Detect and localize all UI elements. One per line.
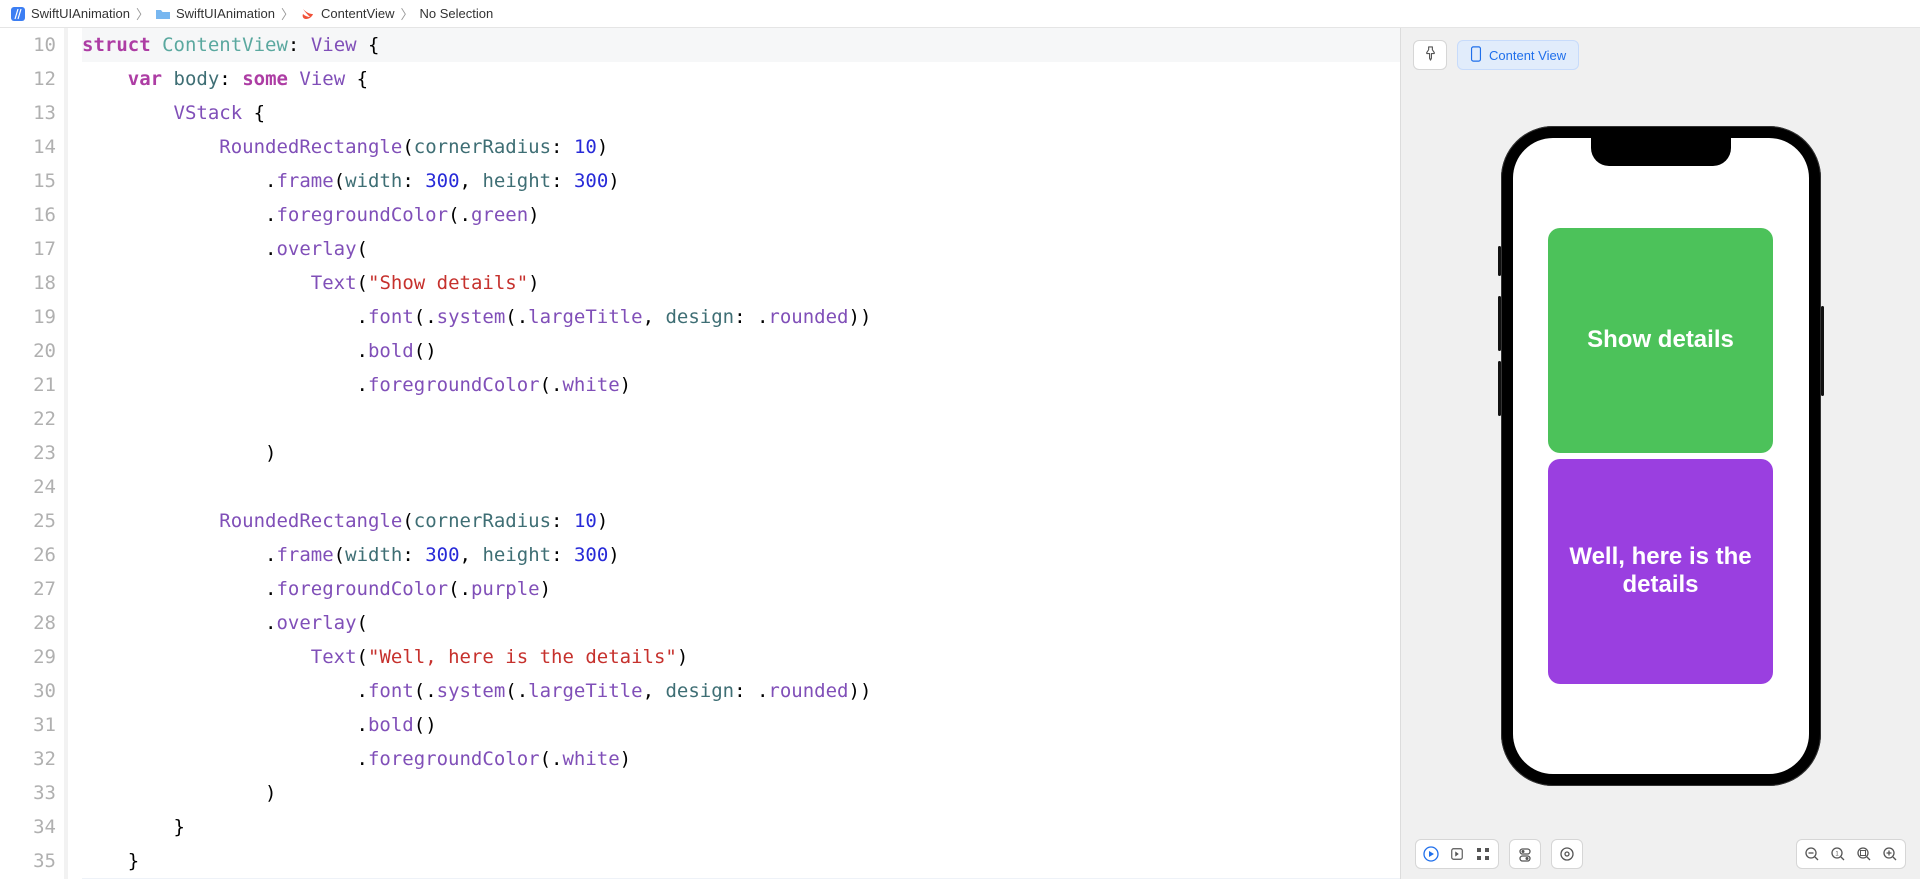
line-number: 20 (0, 334, 56, 368)
breadcrumb-selection[interactable]: No Selection (420, 6, 494, 21)
device-icon (1470, 46, 1482, 65)
line-number: 25 (0, 504, 56, 538)
line-number: 21 (0, 368, 56, 402)
pin-icon (1423, 46, 1438, 64)
line-number: 16 (0, 198, 56, 232)
code-line[interactable]: ) (82, 436, 1400, 470)
card-green-text: Show details (1587, 326, 1734, 354)
code-editor[interactable]: 1012131415161718192021222324252627282930… (0, 28, 1400, 879)
line-number: 12 (0, 62, 56, 96)
zoom-out-icon[interactable] (1803, 845, 1821, 863)
line-number: 24 (0, 470, 56, 504)
line-number: 35 (0, 844, 56, 878)
line-number: 10 (0, 28, 56, 62)
card-green: Show details (1548, 228, 1773, 453)
preview-selector[interactable]: Content View (1457, 40, 1579, 70)
code-line[interactable] (82, 402, 1400, 436)
swift-icon (300, 6, 316, 22)
code-line[interactable]: .overlay( (82, 232, 1400, 266)
line-number: 14 (0, 130, 56, 164)
code-line[interactable]: .foregroundColor(.green) (82, 198, 1400, 232)
zoom-in-icon[interactable] (1881, 845, 1899, 863)
device-settings-icon[interactable] (1516, 845, 1534, 863)
chevron-right-icon: 〉 (281, 4, 294, 23)
canvas-settings-group (1551, 839, 1583, 869)
line-number: 27 (0, 572, 56, 606)
line-number: 29 (0, 640, 56, 674)
line-number: 28 (0, 606, 56, 640)
code-line[interactable]: .frame(width: 300, height: 300) (82, 164, 1400, 198)
code-line[interactable]: .foregroundColor(.white) (82, 742, 1400, 776)
zoom-actual-icon[interactable]: 1 (1829, 845, 1847, 863)
play-icon[interactable] (1422, 845, 1440, 863)
line-number: 15 (0, 164, 56, 198)
line-number: 33 (0, 776, 56, 810)
code-line[interactable]: Text("Show details") (82, 266, 1400, 300)
line-number: 13 (0, 96, 56, 130)
device-settings-group (1509, 839, 1541, 869)
line-number: 19 (0, 300, 56, 334)
code-line[interactable]: Text("Well, here is the details") (82, 640, 1400, 674)
line-number: 32 (0, 742, 56, 776)
line-number: 31 (0, 708, 56, 742)
svg-text:1: 1 (1835, 852, 1839, 858)
card-purple-text: Well, here is the details (1568, 543, 1753, 599)
app-icon (10, 6, 26, 22)
preview-label: Content View (1489, 48, 1566, 63)
breadcrumb: SwiftUIAnimation 〉 SwiftUIAnimation 〉 Co… (0, 0, 1920, 28)
breadcrumb-folder-label: SwiftUIAnimation (176, 6, 275, 21)
breadcrumb-file[interactable]: ContentView (300, 6, 394, 22)
line-number: 18 (0, 266, 56, 300)
line-number: 17 (0, 232, 56, 266)
code-line[interactable]: .bold() (82, 708, 1400, 742)
phone-screen: Show details Well, here is the details (1513, 138, 1809, 774)
code-line[interactable]: ) (82, 776, 1400, 810)
canvas-settings-icon[interactable] (1558, 845, 1576, 863)
breadcrumb-project[interactable]: SwiftUIAnimation (10, 6, 130, 22)
code-line[interactable]: .font(.system(.largeTitle, design: .roun… (82, 300, 1400, 334)
line-number-gutter: 1012131415161718192021222324252627282930… (0, 28, 68, 879)
code-area[interactable]: struct ContentView: View { var body: som… (68, 28, 1400, 879)
line-number: 23 (0, 436, 56, 470)
line-number: 34 (0, 810, 56, 844)
chevron-right-icon: 〉 (400, 4, 413, 23)
code-line[interactable]: RoundedRectangle(cornerRadius: 10) (82, 130, 1400, 164)
phone-notch (1591, 138, 1731, 166)
folder-icon (155, 6, 171, 22)
line-number: 26 (0, 538, 56, 572)
zoom-fit-icon[interactable] (1855, 845, 1873, 863)
iphone-preview: Show details Well, here is the details (1501, 126, 1821, 786)
zoom-controls-group: 1 (1796, 839, 1906, 869)
code-line[interactable]: .frame(width: 300, height: 300) (82, 538, 1400, 572)
line-number: 22 (0, 402, 56, 436)
chevron-right-icon: 〉 (136, 4, 149, 23)
code-line[interactable]: RoundedRectangle(cornerRadius: 10) (82, 504, 1400, 538)
line-number: 30 (0, 674, 56, 708)
card-purple: Well, here is the details (1548, 459, 1773, 684)
code-line[interactable]: .foregroundColor(.purple) (82, 572, 1400, 606)
code-line[interactable] (82, 470, 1400, 504)
code-line[interactable]: } (82, 844, 1400, 878)
breadcrumb-file-label: ContentView (321, 6, 394, 21)
code-line[interactable]: .overlay( (82, 606, 1400, 640)
preview-controls-group (1415, 839, 1499, 869)
variants-icon[interactable] (1474, 845, 1492, 863)
code-line[interactable]: var body: some View { (82, 62, 1400, 96)
breadcrumb-project-label: SwiftUIAnimation (31, 6, 130, 21)
code-line[interactable]: VStack { (82, 96, 1400, 130)
pin-button[interactable] (1413, 40, 1447, 70)
code-line[interactable]: .bold() (82, 334, 1400, 368)
code-line[interactable]: struct ContentView: View { (82, 28, 1400, 62)
code-line[interactable]: .font(.system(.largeTitle, design: .roun… (82, 674, 1400, 708)
code-line[interactable]: } (82, 810, 1400, 844)
preview-canvas: Content View Show details Well, here is … (1400, 28, 1920, 879)
code-line[interactable]: .foregroundColor(.white) (82, 368, 1400, 402)
selectable-icon[interactable] (1448, 845, 1466, 863)
breadcrumb-folder[interactable]: SwiftUIAnimation (155, 6, 275, 22)
breadcrumb-selection-label: No Selection (420, 6, 494, 21)
